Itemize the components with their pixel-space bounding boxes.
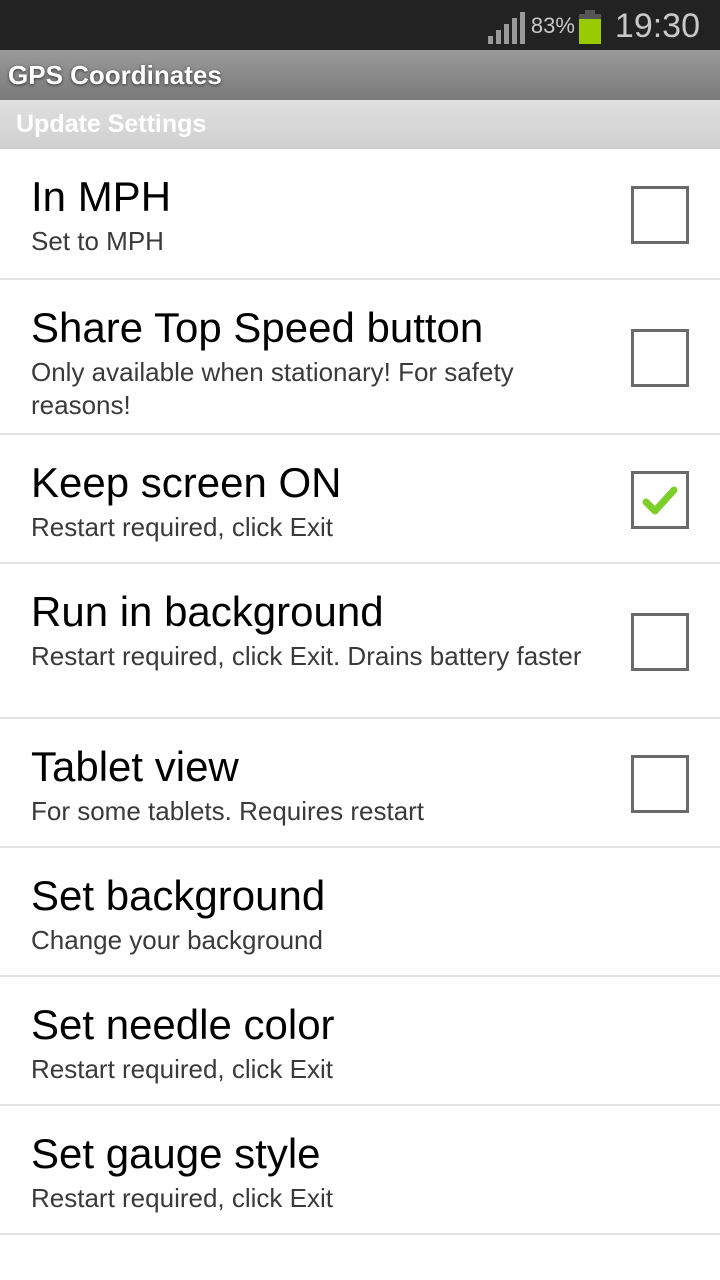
- keep-screen-on-checkbox[interactable]: [631, 470, 689, 529]
- pref-title: Set background: [31, 872, 326, 919]
- pref-title: Share Top Speed button: [31, 304, 484, 351]
- pref-tablet-view[interactable]: Tablet view For some tablets. Requires r…: [0, 719, 720, 848]
- pref-title: Tablet view: [31, 743, 239, 790]
- pref-title: Run in background: [31, 588, 384, 635]
- share-top-speed-checkbox[interactable]: [631, 328, 689, 387]
- status-bar: 83% 19:30: [0, 0, 720, 50]
- pref-summary: Only available when stationary! For safe…: [31, 357, 514, 420]
- pref-summary: Restart required, click Exit: [31, 512, 333, 542]
- app-title-bar: GPS Coordinates: [0, 50, 720, 100]
- preference-list: In MPH Set to MPH Share Top Speed button…: [0, 149, 720, 1235]
- pref-summary: Restart required, click Exit. Drains bat…: [31, 641, 582, 671]
- pref-summary: Restart required, click Exit: [31, 1183, 333, 1213]
- pref-set-gauge-style[interactable]: Set gauge style Restart required, click …: [0, 1106, 720, 1235]
- pref-summary: Restart required, click Exit: [31, 1054, 333, 1084]
- pref-run-in-background[interactable]: Run in background Restart required, clic…: [0, 564, 720, 719]
- section-header-label: Update Settings: [16, 110, 207, 138]
- checkmark-icon: [642, 486, 678, 514]
- pref-keep-screen-on[interactable]: Keep screen ON Restart required, click E…: [0, 435, 720, 564]
- pref-summary: Change your background: [31, 925, 323, 955]
- run-in-background-checkbox[interactable]: [631, 612, 689, 671]
- in-mph-checkbox[interactable]: [631, 185, 689, 244]
- battery-percent: 83%: [530, 13, 575, 38]
- pref-summary: For some tablets. Requires restart: [31, 796, 425, 826]
- pref-title: In MPH: [31, 173, 172, 220]
- signal-bars-icon: [487, 12, 525, 44]
- pref-title: Set needle color: [31, 1001, 335, 1048]
- section-header: Update Settings: [0, 100, 720, 149]
- app-title: GPS Coordinates: [8, 59, 222, 90]
- pref-share-top-speed[interactable]: Share Top Speed button Only available wh…: [0, 280, 720, 435]
- pref-title: Keep screen ON: [31, 459, 342, 506]
- pref-summary: Set to MPH: [31, 226, 164, 256]
- pref-title: Set gauge style: [31, 1130, 321, 1177]
- battery-icon: [578, 10, 601, 44]
- tablet-view-checkbox[interactable]: [631, 754, 689, 813]
- pref-set-needle-color[interactable]: Set needle color Restart required, click…: [0, 977, 720, 1106]
- clock: 19:30: [614, 6, 700, 45]
- pref-in-mph[interactable]: In MPH Set to MPH: [0, 149, 720, 280]
- pref-set-background[interactable]: Set background Change your background: [0, 848, 720, 977]
